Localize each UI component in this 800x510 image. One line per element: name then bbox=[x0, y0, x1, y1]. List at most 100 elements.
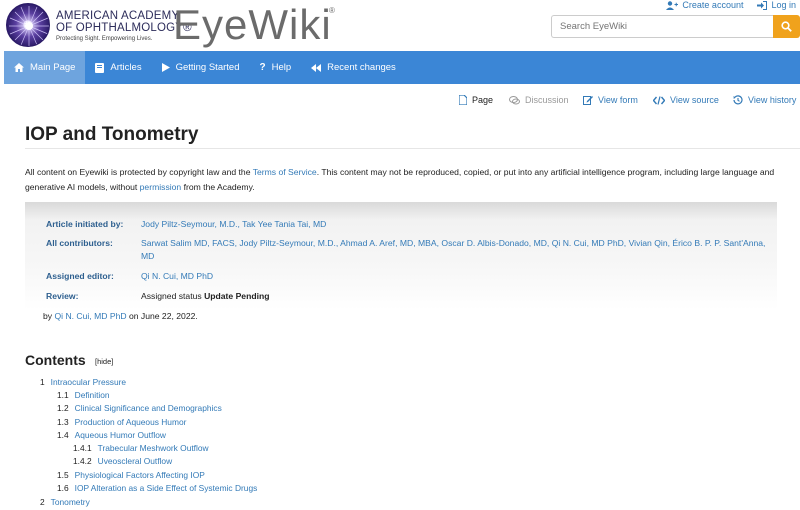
tab-view-form[interactable]: View form bbox=[583, 95, 638, 105]
tab-view-history-label: View history bbox=[748, 95, 797, 105]
tab-page[interactable]: Page bbox=[459, 95, 493, 105]
contributors-links[interactable]: Sarwat Salim MD, FACS, Jody Piltz-Seymou… bbox=[141, 237, 771, 263]
tab-page-label: Page bbox=[472, 95, 494, 105]
toc-link: Production of Aqueous Humor bbox=[74, 417, 187, 427]
toc-item[interactable]: 1.4.2 Uveoscleral Outflow bbox=[73, 456, 172, 466]
initiated-label: Article initiated by: bbox=[46, 219, 124, 229]
main-navigation: Main Page Articles Getting Started ? Hel… bbox=[4, 51, 800, 84]
search-button[interactable] bbox=[773, 15, 800, 38]
review-prefix: Assigned status bbox=[141, 291, 205, 301]
initiated-authors-link[interactable]: Jody Piltz-Seymour, M.D., Tak Yee Tania … bbox=[141, 218, 771, 231]
review-label: Review: bbox=[46, 291, 79, 301]
aao-name: AMERICAN ACADEMY OF OPHTHALMOLOGY® bbox=[56, 10, 192, 34]
page-actions: Page Discussion View form View source Vi… bbox=[0, 95, 800, 109]
toc-item[interactable]: 1.6 IOP Alteration as a Side Effect of Sy… bbox=[57, 483, 257, 493]
create-account-label: Create account bbox=[682, 0, 744, 10]
toc-number: 1.4.2 bbox=[73, 456, 92, 466]
toc-item[interactable]: 1.4.1 Trabecular Meshwork Outflow bbox=[73, 443, 209, 453]
permission-link[interactable]: permission bbox=[140, 182, 182, 192]
toc-link: IOP Alteration as a Side Effect of Syste… bbox=[74, 483, 258, 493]
editor-label: Assigned editor: bbox=[46, 271, 114, 281]
code-icon bbox=[653, 95, 665, 105]
nav-help-label: Help bbox=[271, 62, 292, 73]
book-icon bbox=[95, 62, 105, 73]
toc-link: Clinical Significance and Demographics bbox=[74, 403, 222, 413]
byline-prefix: by bbox=[43, 311, 55, 321]
nav-main-page[interactable]: Main Page bbox=[4, 51, 86, 84]
tab-discussion[interactable]: Discussion bbox=[509, 95, 569, 105]
login-label: Log in bbox=[771, 0, 796, 10]
nav-articles[interactable]: Articles bbox=[85, 51, 151, 84]
editor-link[interactable]: Qi N. Cui, MD PhD bbox=[141, 270, 771, 283]
toc-link: Intraocular Pressure bbox=[50, 377, 127, 387]
eyewiki-logo[interactable]: EyeWiki bbox=[173, 2, 332, 48]
site-header: AMERICAN ACADEMY OF OPHTHALMOLOGY® Prote… bbox=[0, 0, 800, 52]
toc-item[interactable]: 1.1 Definition bbox=[57, 390, 110, 400]
nav-recent-changes[interactable]: Recent changes bbox=[301, 51, 406, 84]
history-icon bbox=[733, 95, 743, 105]
tab-discussion-label: Discussion bbox=[525, 95, 569, 105]
toc-number: 1.4.1 bbox=[73, 443, 92, 453]
toc-link: Uveoscleral Outflow bbox=[97, 456, 173, 466]
review-value: Assigned status Update Pending bbox=[141, 290, 771, 303]
eyewiki-registered-mark: ® bbox=[329, 6, 335, 15]
create-account-link[interactable]: Create account bbox=[666, 0, 743, 10]
search-input[interactable] bbox=[551, 15, 773, 38]
question-icon: ? bbox=[259, 62, 266, 73]
aao-name-line1: AMERICAN ACADEMY bbox=[56, 10, 180, 22]
nav-articles-label: Articles bbox=[110, 62, 142, 73]
nav-help[interactable]: ? Help bbox=[249, 51, 301, 84]
play-icon bbox=[161, 63, 170, 72]
terms-of-service-link[interactable]: Terms of Service bbox=[253, 167, 317, 177]
aao-tagline: Protecting Sight. Empowering Lives. bbox=[56, 36, 153, 42]
toc-link: Tonometry bbox=[50, 497, 90, 507]
rewind-icon bbox=[311, 63, 322, 72]
toc-item[interactable]: 1.2 Clinical Significance and Demographic… bbox=[57, 403, 222, 413]
notice-text-3: from the Academy. bbox=[181, 182, 255, 192]
tab-view-source[interactable]: View source bbox=[653, 95, 719, 105]
review-byline: by Qi N. Cui, MD PhD on June 22, 2022. bbox=[43, 311, 198, 321]
login-icon bbox=[757, 0, 768, 10]
toc-number: 1.5 bbox=[57, 470, 69, 480]
title-divider bbox=[25, 148, 800, 149]
tab-view-source-label: View source bbox=[670, 95, 719, 105]
tab-view-form-label: View form bbox=[598, 95, 638, 105]
toc-hide-toggle[interactable]: [hide] bbox=[95, 357, 113, 366]
nav-getting-started-label: Getting Started bbox=[175, 62, 240, 73]
page-icon bbox=[459, 95, 467, 105]
toc-number: 1.6 bbox=[57, 483, 69, 493]
toc-number: 1 bbox=[40, 377, 45, 387]
toc-number: 2 bbox=[40, 497, 45, 507]
aao-logo-seal[interactable] bbox=[6, 3, 50, 47]
page-title: IOP and Tonometry bbox=[25, 124, 199, 145]
edit-icon bbox=[583, 96, 593, 105]
byline-reviewer-link[interactable]: Qi N. Cui, MD PhD bbox=[54, 311, 126, 321]
toc-link: Physiological Factors Affecting IOP bbox=[74, 470, 205, 480]
nav-getting-started[interactable]: Getting Started bbox=[152, 51, 250, 84]
toc-link: Aqueous Humor Outflow bbox=[74, 430, 166, 440]
toc-item[interactable]: 1.4 Aqueous Humor Outflow bbox=[57, 430, 166, 440]
aao-name-line2: OF OPHTHALMOLOGY® bbox=[56, 22, 192, 34]
toc-item[interactable]: 2 Tonometry bbox=[40, 497, 90, 507]
comments-icon bbox=[509, 95, 520, 104]
copyright-notice: All content on Eyewiki is protected by c… bbox=[25, 165, 795, 195]
toc-link: Definition bbox=[74, 390, 110, 400]
toc-item[interactable]: 1 Intraocular Pressure bbox=[40, 377, 126, 387]
nav-recent-changes-label: Recent changes bbox=[327, 62, 396, 73]
toc-item[interactable]: 1.5 Physiological Factors Affecting IOP bbox=[57, 470, 205, 480]
home-icon bbox=[14, 63, 24, 72]
toc-title: Contents bbox=[25, 352, 86, 368]
byline-suffix: on June 22, 2022. bbox=[126, 311, 198, 321]
contributors-label: All contributors: bbox=[46, 238, 113, 248]
toc-link: Trabecular Meshwork Outflow bbox=[97, 443, 209, 453]
review-status: Update Pending bbox=[204, 291, 270, 301]
nav-main-page-label: Main Page bbox=[30, 62, 76, 73]
toc-number: 1.2 bbox=[57, 403, 69, 413]
tab-view-history[interactable]: View history bbox=[733, 95, 796, 105]
article-info-box: Article initiated by: Jody Piltz-Seymour… bbox=[25, 202, 777, 310]
login-link[interactable]: Log in bbox=[757, 0, 796, 10]
toc-number: 1.1 bbox=[57, 390, 69, 400]
account-links: Create account Log in bbox=[666, 0, 796, 10]
toc-number: 1.3 bbox=[57, 417, 69, 427]
toc-item[interactable]: 1.3 Production of Aqueous Humor bbox=[57, 417, 186, 427]
